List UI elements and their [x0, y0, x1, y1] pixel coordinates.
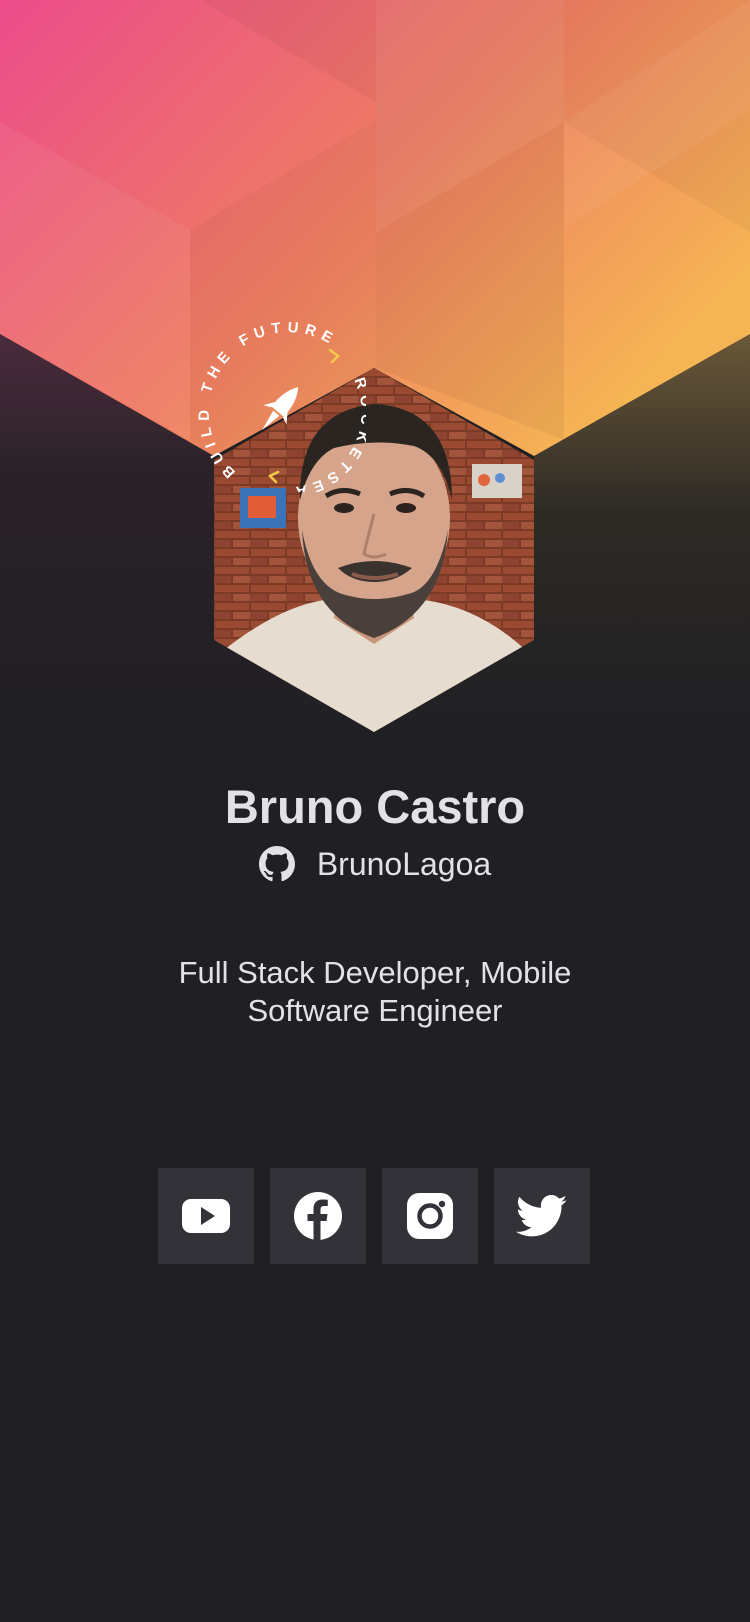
- profile-name: Bruno Castro: [224, 780, 526, 833]
- badge-top-text: BUILD THE FUTURE: [196, 322, 335, 481]
- rocket-icon: [262, 387, 299, 431]
- svg-text:BUILD THE FUTURE: BUILD THE FUTURE: [196, 322, 341, 481]
- profile-page: BUILD THE FUTURE ROCKETSEAT Bruno Castro…: [0, 0, 750, 1622]
- profile-info: Bruno Castro BrunoLagoa: [0, 778, 750, 886]
- facebook-button[interactable]: [270, 1168, 366, 1264]
- twitter-icon: [516, 1194, 568, 1237]
- twitter-button[interactable]: [494, 1168, 590, 1264]
- arrow-icon: [328, 348, 340, 364]
- rocketseat-badge: BUILD THE FUTURE ROCKETSEAT: [196, 322, 366, 492]
- github-username-row[interactable]: BrunoLagoa: [0, 842, 750, 886]
- instagram-button[interactable]: [382, 1168, 478, 1264]
- arrow-icon: [267, 470, 280, 484]
- facebook-icon: [294, 1192, 342, 1240]
- youtube-icon: [182, 1199, 230, 1233]
- youtube-button[interactable]: [158, 1168, 254, 1264]
- profile-bio: Full Stack Developer, Mobile Software En…: [178, 955, 572, 1028]
- instagram-icon: [407, 1193, 453, 1239]
- github-icon: [258, 846, 295, 882]
- github-username[interactable]: BrunoLagoa: [317, 844, 491, 884]
- social-links: [158, 1168, 590, 1264]
